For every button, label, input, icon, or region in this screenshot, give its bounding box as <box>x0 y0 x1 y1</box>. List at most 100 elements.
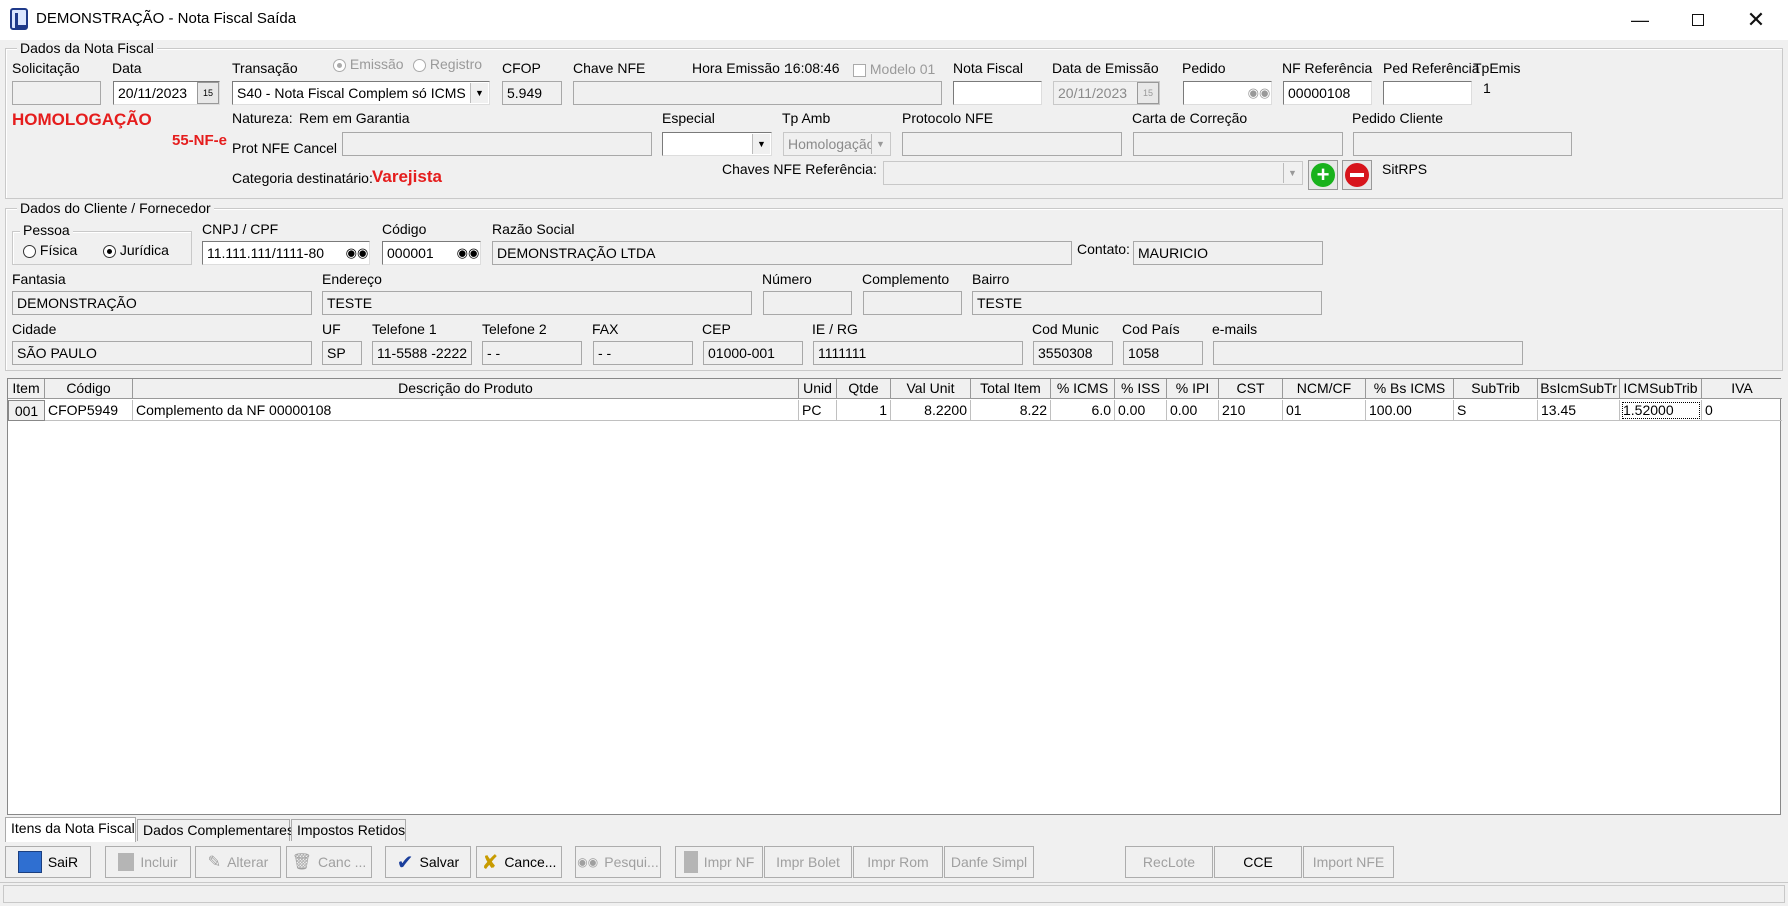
cod-pais-field[interactable]: 1058 <box>1123 341 1203 365</box>
col-header-bs-icms[interactable]: % Bs ICMS <box>1366 379 1454 399</box>
tab-dados-complementares[interactable]: Dados Complementares <box>137 819 294 841</box>
table-row-cell-codigo[interactable]: CFOP5949 <box>45 400 133 421</box>
cod-munic-field[interactable]: 3550308 <box>1033 341 1113 365</box>
solicitacao-field[interactable] <box>12 81 101 105</box>
binoculars-icon[interactable]: ◉◉ <box>1247 82 1271 104</box>
uf-field[interactable]: SP <box>322 341 362 365</box>
table-row-cell-val-unit[interactable]: 8.2200 <box>891 400 971 421</box>
incluir-button[interactable]: Incluir <box>105 846 191 878</box>
fisica-radio[interactable] <box>23 244 36 258</box>
table-row-cell-ipi[interactable]: 0.00 <box>1167 400 1219 421</box>
emissao-option[interactable]: Emissão <box>333 56 404 72</box>
chevron-down-icon[interactable]: ▼ <box>1283 163 1301 183</box>
pedido-field[interactable]: ◉◉ <box>1183 81 1272 105</box>
cnpj-field[interactable]: 11.111.111/1111-80 ◉◉ <box>202 241 370 265</box>
razao-social-field[interactable]: DEMONSTRAÇÃO LTDA <box>492 241 1072 265</box>
data-emissao-field[interactable]: 20/11/2023 15 <box>1053 81 1160 105</box>
tpamb-select[interactable]: Homologação ▼ <box>783 132 891 156</box>
fax-field[interactable]: - - <box>593 341 693 365</box>
telefone2-field[interactable]: - - <box>482 341 582 365</box>
binoculars-icon[interactable]: ◉◉ <box>345 242 369 264</box>
complemento-field[interactable] <box>863 291 962 315</box>
juridica-radio[interactable] <box>103 244 116 258</box>
registro-option[interactable]: Registro <box>413 56 482 72</box>
endereco-field[interactable]: TESTE <box>322 291 752 315</box>
protocolo-field[interactable] <box>902 132 1122 156</box>
col-header-cst[interactable]: CST <box>1219 379 1283 399</box>
canc-button[interactable]: 🗑 Canc ... <box>286 846 372 878</box>
table-row-cell-bsicmsubtr[interactable]: 13.45 <box>1538 400 1620 421</box>
table-row-cell-descricao[interactable]: Complemento da NF 00000108 <box>133 400 799 421</box>
import-nfe-button[interactable]: Import NFE <box>1303 846 1394 878</box>
add-reference-button[interactable]: + <box>1308 160 1338 190</box>
cce-button[interactable]: CCE <box>1214 846 1302 878</box>
telefone1-field[interactable]: 11-5588 -2222 <box>372 341 472 365</box>
alterar-button[interactable]: ✎ Alterar <box>195 846 281 878</box>
cidade-field[interactable]: SÃO PAULO <box>12 341 312 365</box>
contato-field[interactable]: MAURICIO <box>1133 241 1323 265</box>
table-row-cell-icmsubtrib[interactable]: 1.52000 <box>1620 400 1702 421</box>
chevron-down-icon[interactable]: ▼ <box>470 83 488 103</box>
table-row-cell-unid[interactable]: PC <box>799 400 837 421</box>
registro-radio[interactable] <box>413 58 426 72</box>
ped-referencia-field[interactable] <box>1383 81 1472 105</box>
col-header-qtde[interactable]: Qtde <box>837 379 891 399</box>
codigo-field[interactable]: 000001 ◉◉ <box>382 241 481 265</box>
cep-field[interactable]: 01000-001 <box>703 341 803 365</box>
emails-field[interactable] <box>1213 341 1523 365</box>
table-row-cell-qtde[interactable]: 1 <box>837 400 891 421</box>
prot-cancel-field[interactable] <box>342 132 652 156</box>
tab-itens-nota-fiscal[interactable]: Itens da Nota Fiscal <box>5 817 136 842</box>
sair-button[interactable]: SaiR <box>5 846 91 878</box>
table-row-cell-total-item[interactable]: 8.22 <box>971 400 1051 421</box>
col-header-iva[interactable]: IVA <box>1702 379 1782 399</box>
col-header-bsicmsubtr[interactable]: BsIcmSubTr <box>1538 379 1620 399</box>
col-header-iss[interactable]: % ISS <box>1115 379 1167 399</box>
ie-rg-field[interactable]: 1111111 <box>813 341 1023 365</box>
danfe-simpl-button[interactable]: Danfe Simpl <box>944 846 1034 878</box>
chevron-down-icon[interactable]: ▼ <box>752 134 770 154</box>
transacao-select[interactable]: S40 - Nota Fiscal Complem só ICMS s/I ▼ <box>232 81 490 105</box>
table-row-cell-item[interactable]: 001 <box>8 400 45 421</box>
col-header-total-item[interactable]: Total Item <box>971 379 1051 399</box>
cancelar-button[interactable]: ✘ Cance... <box>476 846 562 878</box>
impr-nf-button[interactable]: Impr NF <box>675 846 763 878</box>
nf-referencia-field[interactable]: 00000108 <box>1283 81 1372 105</box>
cfop-field[interactable]: 5.949 <box>502 81 562 105</box>
items-grid[interactable]: Item Código Descrição do Produto Unid Qt… <box>7 378 1782 815</box>
table-row-cell-iva[interactable]: 0 <box>1702 400 1782 421</box>
fantasia-field[interactable]: DEMONSTRAÇÃO <box>12 291 312 315</box>
col-header-descricao[interactable]: Descrição do Produto <box>133 379 799 399</box>
pesquisar-button[interactable]: ◉◉ Pesqui... <box>575 846 661 878</box>
close-button[interactable]: ✕ <box>1727 0 1785 40</box>
col-header-subtrib[interactable]: SubTrib <box>1454 379 1538 399</box>
bairro-field[interactable]: TESTE <box>972 291 1322 315</box>
table-row-cell-iss[interactable]: 0.00 <box>1115 400 1167 421</box>
pedido-cliente-field[interactable] <box>1353 132 1572 156</box>
col-header-val-unit[interactable]: Val Unit <box>891 379 971 399</box>
carta-correcao-field[interactable] <box>1133 132 1343 156</box>
chaves-ref-select[interactable]: ▼ <box>883 161 1303 185</box>
emissao-radio[interactable] <box>333 58 346 72</box>
col-header-icmsubtrib[interactable]: ICMSubTrib <box>1620 379 1702 399</box>
fisica-option[interactable]: Física <box>23 242 77 258</box>
table-row-cell-bs-icms[interactable]: 100.00 <box>1366 400 1454 421</box>
calendar-icon[interactable]: 15 <box>1137 82 1159 104</box>
chevron-down-icon[interactable]: ▼ <box>871 134 889 154</box>
table-row-cell-ncm[interactable]: 01 <box>1283 400 1366 421</box>
impr-bolet-button[interactable]: Impr Bolet <box>764 846 852 878</box>
especial-select[interactable]: ▼ <box>662 132 772 156</box>
nota-fiscal-field[interactable] <box>953 81 1042 105</box>
calendar-icon[interactable]: 15 <box>197 82 219 104</box>
col-header-ipi[interactable]: % IPI <box>1167 379 1219 399</box>
chave-nfe-field[interactable] <box>573 81 942 105</box>
data-field[interactable]: 20/11/2023 15 <box>113 81 220 105</box>
maximize-button[interactable] <box>1669 0 1727 40</box>
modelo01-checkbox[interactable] <box>853 63 866 77</box>
numero-field[interactable] <box>763 291 852 315</box>
col-header-ncm[interactable]: NCM/CF <box>1283 379 1366 399</box>
table-row-cell-icms[interactable]: 6.0 <box>1051 400 1115 421</box>
minimize-button[interactable]: — <box>1611 0 1669 40</box>
col-header-item[interactable]: Item <box>8 379 45 399</box>
modelo01-option[interactable]: Modelo 01 <box>853 61 935 77</box>
